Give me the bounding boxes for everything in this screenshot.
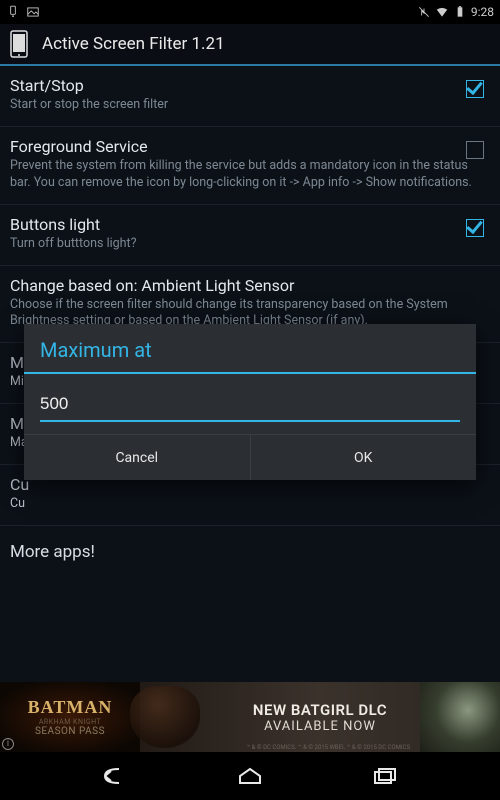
battery-icon (453, 5, 467, 19)
ad-banner[interactable]: BATMAN ARKHAM KNIGHT SEASON PASS NEW BAT… (0, 682, 500, 752)
ad-subline: AVAILABLE NOW (264, 719, 376, 734)
checkbox-buttons-light[interactable] (466, 219, 488, 241)
checkbox-foreground-service[interactable] (466, 141, 488, 163)
setting-subtitle: Turn off butttons light? (10, 236, 490, 253)
wifi-icon (435, 5, 449, 19)
notification-icon (6, 5, 20, 19)
dialog-cancel-button[interactable]: Cancel (24, 435, 250, 480)
ad-right-art (420, 682, 500, 752)
ad-info-icon[interactable]: i (2, 738, 14, 750)
vibrate-icon (417, 5, 431, 19)
ad-fineprint: ™ & © DC COMICS. ™ & © 2015 WBEI. ™ & © … (246, 744, 410, 751)
ad-brand-sub2: SEASON PASS (35, 726, 105, 737)
setting-title: Buttons light (10, 215, 490, 234)
ad-headline: NEW BATGIRL DLC (253, 701, 387, 719)
ad-brand-sub: ARKHAM KNIGHT (39, 718, 101, 726)
setting-title: Foreground Service (10, 137, 490, 156)
dialog-input[interactable] (40, 392, 460, 422)
setting-foreground-service[interactable]: Foreground Service Prevent the system fr… (0, 127, 500, 205)
setting-buttons-light[interactable]: Buttons light Turn off butttons light? (0, 205, 500, 266)
dialog-title: Maximum at (40, 338, 460, 362)
setting-start-stop[interactable]: Start/Stop Start or stop the screen filt… (0, 66, 500, 127)
dialog-ok-button[interactable]: OK (250, 435, 477, 480)
setting-title: Change based on: Ambient Light Sensor (10, 276, 490, 295)
checkbox-start-stop[interactable] (466, 80, 488, 102)
setting-subtitle: Start or stop the screen filter (10, 97, 490, 114)
ad-figure (130, 686, 200, 748)
app-title: Active Screen Filter 1.21 (42, 34, 225, 54)
app-icon (8, 29, 30, 59)
setting-subtitle: Cu (10, 496, 490, 513)
nav-recent-button[interactable] (365, 762, 405, 790)
dialog-maximum-at: Maximum at Cancel OK (24, 324, 476, 480)
setting-title: Start/Stop (10, 76, 490, 95)
ad-brand: BATMAN (28, 697, 113, 718)
nav-home-button[interactable] (230, 762, 270, 790)
app-header: Active Screen Filter 1.21 (0, 24, 500, 66)
nav-back-button[interactable] (95, 762, 135, 790)
status-time: 9:28 (471, 5, 494, 19)
status-bar: 9:28 (0, 0, 500, 24)
more-apps-link[interactable]: More apps! (0, 526, 500, 578)
setting-subtitle: Prevent the system from killing the serv… (10, 158, 490, 192)
image-icon (26, 5, 40, 19)
ad-brand-block: BATMAN ARKHAM KNIGHT SEASON PASS (0, 682, 140, 752)
nav-bar (0, 752, 500, 800)
